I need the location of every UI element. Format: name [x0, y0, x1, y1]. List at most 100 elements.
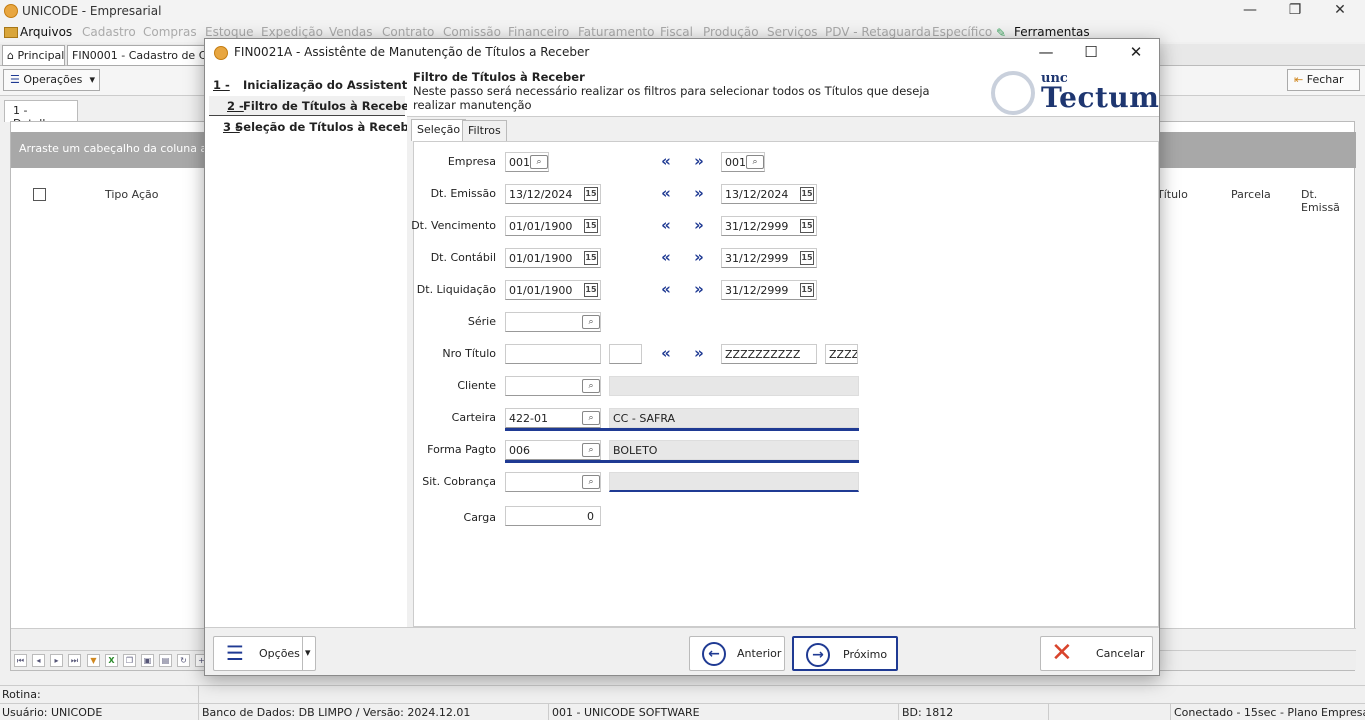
menu-faturamento[interactable]: Faturamento [578, 25, 654, 39]
dialog-titlebar[interactable]: FIN0021A - Assistênte de Manutenção de T… [205, 39, 1159, 67]
range-right-icon[interactable]: » [690, 280, 708, 298]
options-list-icon: ☰ [226, 641, 244, 665]
carga-input[interactable]: 0 [505, 506, 601, 526]
lookup-icon[interactable]: ⌕ [582, 475, 600, 489]
proximo-label: Próximo [843, 648, 888, 661]
menu-cadastro[interactable]: Cadastro [82, 25, 136, 39]
step-label: Filtro de Títulos à Receber [243, 99, 415, 113]
nro-titulo-to-suffix-input[interactable]: ZZZZ [825, 344, 858, 364]
calendar-icon[interactable]: 15 [800, 187, 814, 201]
minimize-button[interactable]: — [1227, 0, 1273, 22]
range-right-icon[interactable]: » [690, 216, 708, 234]
range-left-icon[interactable]: « [657, 248, 675, 266]
calendar-icon[interactable]: 15 [584, 251, 598, 265]
range-right-icon[interactable]: » [690, 184, 708, 202]
refresh-icon[interactable]: ↻ [177, 654, 190, 667]
menu-pdv-retaguarda[interactable]: PDV - Retaguarda [825, 25, 931, 39]
nro-titulo-from-suffix-input[interactable] [609, 344, 642, 364]
range-right-icon[interactable]: » [690, 344, 708, 362]
col-dt-emissao[interactable]: Dt. Emissã [1301, 188, 1354, 214]
tab-fin0001[interactable]: FIN0001 - Cadastro de Con [67, 45, 207, 66]
open-icon[interactable]: ▤ [159, 654, 172, 667]
col-parcela[interactable]: Parcela [1231, 188, 1271, 201]
filter-icon[interactable]: ▼ [87, 654, 100, 667]
step-inicializacao[interactable]: 1 - Inicialização do Assistente [209, 75, 415, 95]
operations-button[interactable]: ☰ Operações ▾ [3, 69, 100, 91]
range-right-icon[interactable]: » [690, 152, 708, 170]
step-label: Seleção de Títulos à Receber [235, 120, 423, 134]
home-icon: ⌂ [7, 49, 14, 62]
calendar-icon[interactable]: 15 [584, 283, 598, 297]
range-left-icon[interactable]: « [657, 280, 675, 298]
dialog-title: FIN0021A - Assistênte de Manutenção de T… [234, 45, 590, 59]
dt-vencimento-label: Dt. Vencimento [411, 219, 496, 232]
lookup-icon[interactable]: ⌕ [746, 155, 764, 169]
save-icon[interactable]: ▣ [141, 654, 154, 667]
tab-detalhes[interactable]: 1 - Detalhes [4, 100, 78, 130]
calendar-icon[interactable]: 15 [800, 283, 814, 297]
cancelar-button[interactable]: ✕ Cancelar [1040, 636, 1153, 671]
range-left-icon[interactable]: « [657, 152, 675, 170]
fechar-button[interactable]: ⇤ Fechar [1287, 69, 1360, 91]
range-left-icon[interactable]: « [657, 344, 675, 362]
nav-next-page-icon[interactable]: ▸ [50, 654, 63, 667]
sit-cobranca-name-field [609, 472, 859, 492]
select-all-checkbox[interactable] [33, 188, 46, 201]
lookup-icon[interactable]: ⌕ [530, 155, 548, 169]
dialog-maximize-button[interactable]: ☐ [1069, 41, 1113, 65]
menu-especifico[interactable]: Específico [932, 25, 992, 39]
dialog-close-button[interactable]: ✕ [1114, 41, 1158, 65]
tab-principal[interactable]: ⌂ Principal [2, 45, 65, 66]
status-connection: Conectado - 15sec - Plano Empresa [1174, 706, 1365, 719]
forma-pagto-name-field: BOLETO [609, 440, 859, 460]
menu-compras[interactable]: Compras [143, 25, 197, 39]
lookup-icon[interactable]: ⌕ [582, 443, 600, 457]
calendar-icon[interactable]: 15 [584, 219, 598, 233]
step-filtro[interactable]: 2 -Filtro de Títulos à Receber [209, 96, 415, 116]
menu-fiscal[interactable]: Fiscal [660, 25, 693, 39]
tab-selecao[interactable]: Seleção [411, 119, 467, 141]
anterior-button[interactable]: ← Anterior [689, 636, 785, 671]
nro-titulo-from-input[interactable] [505, 344, 601, 364]
excel-icon[interactable]: X [105, 654, 118, 667]
status-company: 001 - UNICODE SOFTWARE [552, 706, 700, 719]
calendar-icon[interactable]: 15 [584, 187, 598, 201]
lookup-icon[interactable]: ⌕ [582, 411, 600, 425]
menu-financeiro[interactable]: Financeiro [508, 25, 569, 39]
menu-producao[interactable]: Produção [703, 25, 759, 39]
menu-vendas[interactable]: Vendas [329, 25, 373, 39]
dialog-minimize-button[interactable]: — [1024, 41, 1068, 65]
content-tabs: Seleção Filtros [407, 119, 1159, 141]
lookup-icon[interactable]: ⌕ [582, 315, 600, 329]
menu-estoque[interactable]: Estoque [205, 25, 254, 39]
nav-prev-page-icon[interactable]: ◂ [32, 654, 45, 667]
menu-expedicao[interactable]: Expedição [261, 25, 323, 39]
restore-button[interactable]: ❐ [1272, 0, 1318, 22]
options-button[interactable]: ☰ Opções ▾ [213, 636, 316, 671]
lookup-icon[interactable]: ⌕ [582, 379, 600, 393]
range-left-icon[interactable]: « [657, 216, 675, 234]
anterior-label: Anterior [737, 647, 782, 660]
menu-contrato[interactable]: Contrato [382, 25, 434, 39]
calendar-icon[interactable]: 15 [800, 219, 814, 233]
status-separator [1048, 704, 1049, 720]
col-titulo[interactable]: Título [1157, 188, 1188, 201]
step-description: Neste passo será necessário realizar os … [413, 84, 930, 112]
nro-titulo-to-input[interactable]: ZZZZZZZZZZ [721, 344, 817, 364]
carteira-name-field: CC - SAFRA [609, 408, 859, 428]
nav-first-icon[interactable]: ⏮ [14, 654, 27, 667]
step-selecao[interactable]: 3 -Seleção de Títulos à Receber [209, 117, 422, 137]
close-window-button[interactable]: ✕ [1317, 0, 1363, 22]
tab-filtros[interactable]: Filtros [462, 120, 507, 141]
nav-last-icon[interactable]: ⏭ [68, 654, 81, 667]
range-left-icon[interactable]: « [657, 184, 675, 202]
proximo-button[interactable]: → Próximo [792, 636, 898, 671]
col-tipo-acao[interactable]: Tipo Ação [105, 188, 159, 201]
range-right-icon[interactable]: » [690, 248, 708, 266]
copy-icon[interactable]: ❐ [123, 654, 136, 667]
calendar-icon[interactable]: 15 [800, 251, 814, 265]
menu-arquivos[interactable]: Arquivos [20, 25, 72, 39]
menu-comissao[interactable]: Comissão [443, 25, 501, 39]
menu-servicos[interactable]: Serviços [767, 25, 818, 39]
menu-ferramentas[interactable]: Ferramentas [1014, 25, 1090, 39]
